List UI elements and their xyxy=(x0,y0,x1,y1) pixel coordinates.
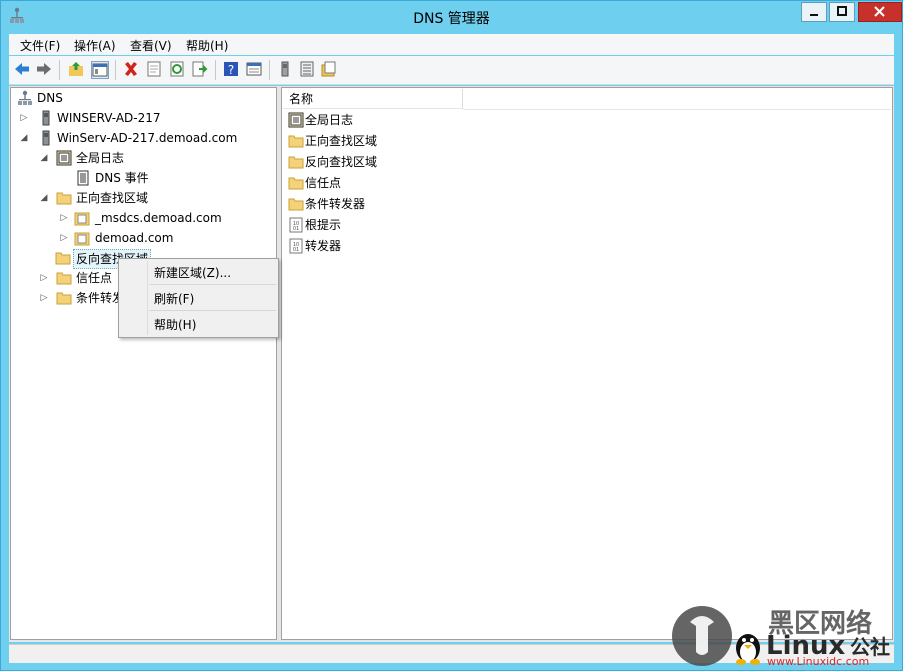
tree-label: 全局日志 xyxy=(76,151,125,165)
menu-separator xyxy=(149,284,276,285)
menu-bar: 文件(F) 操作(A) 查看(V) 帮助(H) xyxy=(9,34,894,55)
folder-icon xyxy=(288,177,304,190)
show-hide-tree-icon[interactable] xyxy=(91,61,109,79)
svg-text:?: ? xyxy=(228,63,234,77)
minimize-icon xyxy=(810,14,818,16)
menu-item-refresh[interactable]: 刷新(F) xyxy=(154,290,194,307)
menu-action[interactable]: 操作(A) xyxy=(74,37,116,54)
properties-icon[interactable] xyxy=(146,61,162,77)
menu-gutter xyxy=(147,261,148,335)
tree-label: 正向查找区域 xyxy=(76,191,149,205)
svg-text:01: 01 xyxy=(293,247,299,253)
maximize-icon xyxy=(837,6,847,16)
delete-icon[interactable] xyxy=(123,61,139,77)
menu-view[interactable]: 查看(V) xyxy=(130,37,172,54)
menu-item-help[interactable]: 帮助(H) xyxy=(154,316,196,333)
up-folder-icon[interactable] xyxy=(68,61,84,77)
folder-icon xyxy=(288,156,304,169)
result-pane[interactable]: 名称 全局日志 正向查找区域 反向查找区域 信任点 条件转发器 10 01 根提… xyxy=(281,87,893,640)
minimize-button[interactable] xyxy=(801,2,827,22)
folder-icon xyxy=(56,192,72,205)
linux-watermark: 黑区网络 Linux 公社 www.Linuxidc.com xyxy=(668,602,898,668)
collapse-arrow-icon[interactable]: ◢ xyxy=(19,129,29,147)
help-icon[interactable]: ? xyxy=(223,61,239,77)
forwarders-icon: 1001 xyxy=(289,238,303,254)
expand-arrow-icon[interactable]: ▷ xyxy=(19,109,29,127)
toolbar: ? xyxy=(9,56,894,85)
list-item-label: 条件转发器 xyxy=(305,197,366,211)
view-icon[interactable] xyxy=(246,61,262,77)
close-icon xyxy=(874,6,885,17)
log-book-icon xyxy=(288,112,304,128)
tree-label: demoad.com xyxy=(95,231,174,245)
context-menu: 新建区域(Z)... 刷新(F) 帮助(H) xyxy=(118,258,279,338)
tree-label: WinServ-AD-217.demoad.com xyxy=(57,131,238,145)
tree-label: WINSERV-AD-217 xyxy=(57,111,161,125)
toolbar-separator xyxy=(115,60,116,80)
close-button[interactable] xyxy=(858,2,902,22)
console-tree[interactable]: DNS ▷ WINSERV-AD-217 ◢ WinServ-AD-217.de… xyxy=(10,87,277,640)
collapse-arrow-icon[interactable]: ◢ xyxy=(39,149,49,167)
column-header-filler xyxy=(463,89,891,110)
expand-arrow-icon[interactable]: ▷ xyxy=(59,229,69,247)
title-bar[interactable]: DNS 管理器 xyxy=(1,1,902,32)
refresh-icon[interactable] xyxy=(169,61,185,77)
list-item-label: 根提示 xyxy=(305,218,342,232)
window-title: DNS 管理器 xyxy=(413,11,490,27)
list-item-label: 信任点 xyxy=(305,176,342,190)
toolbar-separator xyxy=(215,60,216,80)
forward-arrow-icon[interactable] xyxy=(36,61,52,77)
tree-label: DNS 事件 xyxy=(95,171,149,185)
menu-item-new-zone[interactable]: 新建区域(Z)... xyxy=(154,264,231,281)
export-icon[interactable] xyxy=(192,61,208,77)
zone-icon xyxy=(74,212,90,226)
back-arrow-icon[interactable] xyxy=(14,61,30,77)
list-item-label: 转发器 xyxy=(305,239,342,253)
log-book-icon xyxy=(56,150,72,166)
column-header-name[interactable]: 名称 xyxy=(283,89,463,109)
expand-arrow-icon[interactable]: ▷ xyxy=(39,269,49,287)
dns-root-icon xyxy=(18,90,32,105)
zone-icon xyxy=(74,232,90,246)
expand-arrow-icon[interactable]: ▷ xyxy=(39,289,49,307)
toolbar-separator xyxy=(269,60,270,80)
list-icon[interactable] xyxy=(299,61,315,77)
list-item-label: 正向查找区域 xyxy=(305,134,378,148)
main-content: DNS ▷ WINSERV-AD-217 ◢ WinServ-AD-217.de… xyxy=(9,86,894,642)
menu-file[interactable]: 文件(F) xyxy=(20,37,60,54)
menu-help[interactable]: 帮助(H) xyxy=(186,37,228,54)
tree-label: _msdcs.demoad.com xyxy=(95,211,222,225)
tree-label: DNS xyxy=(37,91,63,105)
zones-icon[interactable] xyxy=(321,61,337,77)
collapse-arrow-icon[interactable]: ◢ xyxy=(39,189,49,207)
folder-icon xyxy=(288,198,304,211)
folder-icon xyxy=(288,135,304,148)
server-icon xyxy=(42,130,50,146)
svg-text:www.Linuxidc.com: www.Linuxidc.com xyxy=(767,655,869,668)
server-icon xyxy=(42,110,50,126)
folder-icon xyxy=(56,292,72,305)
list-item-label: 反向查找区域 xyxy=(305,155,378,169)
folder-icon xyxy=(55,252,71,265)
svg-text:01: 01 xyxy=(293,226,299,232)
maximize-button[interactable] xyxy=(829,2,855,22)
menu-separator xyxy=(149,310,276,311)
tree-label: 信任点 xyxy=(76,271,113,285)
expand-arrow-icon[interactable]: ▷ xyxy=(59,209,69,227)
root-hints-icon: 1001 xyxy=(289,217,303,233)
event-log-icon xyxy=(77,170,89,186)
folder-icon xyxy=(56,272,72,285)
watermark-logo-icon: 黑区网络 Linux 公社 www.Linuxidc.com xyxy=(672,606,890,668)
toolbar-separator xyxy=(59,60,60,80)
server-icon[interactable] xyxy=(277,61,293,77)
list-item-label: 全局日志 xyxy=(305,113,354,127)
